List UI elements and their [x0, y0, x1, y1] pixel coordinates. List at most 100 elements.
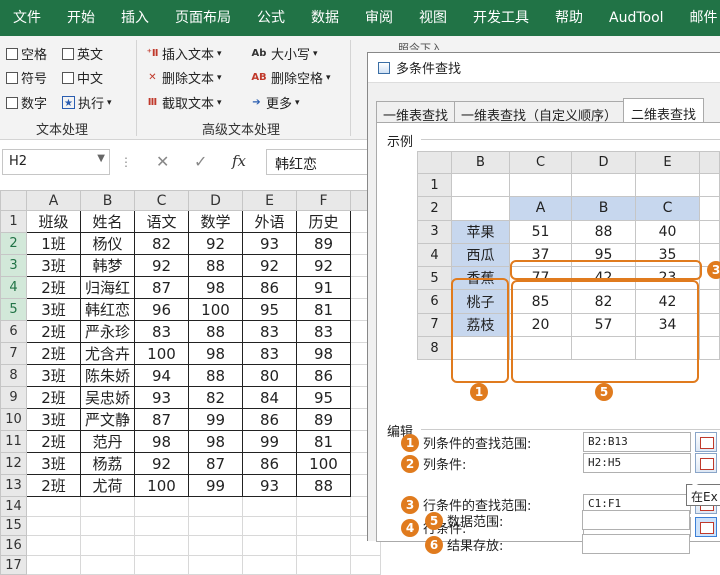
- grid-cell[interactable]: [188, 515, 243, 537]
- checkbox-space[interactable]: 空格: [6, 44, 47, 63]
- grid-cell[interactable]: 92: [134, 254, 189, 277]
- remove-space-button[interactable]: AB 删除空格 ▾: [250, 68, 330, 87]
- select-all-corner[interactable]: [0, 190, 27, 211]
- grid-cell[interactable]: 87: [134, 408, 189, 431]
- grid-cell[interactable]: 数学: [188, 210, 243, 233]
- grid-cell[interactable]: [296, 496, 351, 517]
- row-header[interactable]: 12: [0, 452, 27, 475]
- grid-cell[interactable]: 86: [242, 408, 297, 431]
- grid-cell[interactable]: 98: [188, 276, 243, 299]
- row-header[interactable]: 17: [0, 554, 27, 575]
- row-header[interactable]: 6: [0, 320, 27, 343]
- grid-cell[interactable]: 93: [134, 386, 189, 409]
- grid-cell[interactable]: [242, 554, 297, 575]
- row-header[interactable]: 8: [0, 364, 27, 387]
- grid-cell[interactable]: 范丹: [80, 430, 135, 453]
- grid-cell[interactable]: 韩梦: [80, 254, 135, 277]
- row-header[interactable]: 14: [0, 496, 27, 517]
- name-box[interactable]: H2 ▼: [2, 149, 110, 175]
- grid-cell[interactable]: [26, 496, 81, 517]
- grid-cell[interactable]: 89: [296, 232, 351, 255]
- function-icon[interactable]: fx: [232, 152, 246, 170]
- grid-cell[interactable]: [134, 515, 189, 537]
- grid-cell[interactable]: 2班: [26, 276, 81, 299]
- grid-cell[interactable]: [296, 535, 351, 556]
- grid-cell[interactable]: 80: [242, 364, 297, 387]
- range-select-button[interactable]: [695, 517, 717, 537]
- grid-cell[interactable]: 3班: [26, 364, 81, 387]
- grid-cell[interactable]: 2班: [26, 386, 81, 409]
- grid-cell[interactable]: 姓名: [80, 210, 135, 233]
- grid-cell[interactable]: 96: [134, 298, 189, 321]
- extract-text-button[interactable]: Ⅲ 截取文本 ▾: [146, 93, 222, 112]
- data-range-input[interactable]: [582, 510, 690, 530]
- menu-view[interactable]: 视图: [406, 0, 460, 36]
- grid-cell[interactable]: 92: [188, 232, 243, 255]
- grid-cell[interactable]: 88: [188, 320, 243, 343]
- menu-page-layout[interactable]: 页面布局: [162, 0, 244, 36]
- row-header[interactable]: 3: [0, 254, 27, 277]
- grid-cell[interactable]: [296, 554, 351, 575]
- column-condition-range-input[interactable]: B2:B13: [583, 432, 691, 452]
- grid-cell[interactable]: 尤含卉: [80, 342, 135, 365]
- grid-cell[interactable]: 韩红恋: [80, 298, 135, 321]
- execute-button[interactable]: ★ 执行 ▾: [62, 93, 112, 112]
- grid-cell[interactable]: 87: [188, 452, 243, 475]
- confirm-icon[interactable]: ✓: [194, 152, 207, 171]
- grid-cell[interactable]: [26, 515, 81, 537]
- row-header[interactable]: 11: [0, 430, 27, 453]
- grid-cell[interactable]: [188, 554, 243, 575]
- grid-cell[interactable]: 83: [296, 320, 351, 343]
- row-header[interactable]: 15: [0, 515, 27, 537]
- grid-cell[interactable]: 2班: [26, 430, 81, 453]
- grid-cell[interactable]: 88: [296, 474, 351, 497]
- grid-cell[interactable]: 1班: [26, 232, 81, 255]
- grid-cell[interactable]: 83: [134, 320, 189, 343]
- grid-cell[interactable]: 91: [296, 276, 351, 299]
- grid-cell[interactable]: 2班: [26, 320, 81, 343]
- column-header[interactable]: F: [296, 190, 351, 211]
- grid-cell[interactable]: 语文: [134, 210, 189, 233]
- grid-cell[interactable]: 82: [134, 232, 189, 255]
- row-header[interactable]: 7: [0, 342, 27, 365]
- grid-cell[interactable]: 93: [242, 474, 297, 497]
- menu-help[interactable]: 帮助: [542, 0, 596, 36]
- menu-insert[interactable]: 插入: [108, 0, 162, 36]
- grid-cell[interactable]: [134, 535, 189, 556]
- menu-review[interactable]: 审阅: [352, 0, 406, 36]
- grid-cell[interactable]: 95: [296, 386, 351, 409]
- grid-cell[interactable]: 100: [134, 342, 189, 365]
- grid-cell[interactable]: 89: [296, 408, 351, 431]
- grid-cell[interactable]: 3班: [26, 408, 81, 431]
- grid-cell[interactable]: [188, 496, 243, 517]
- menu-file[interactable]: 文件: [0, 0, 54, 36]
- grid-cell[interactable]: 100: [188, 298, 243, 321]
- grid-cell[interactable]: 杨仪: [80, 232, 135, 255]
- grid-cell[interactable]: 杨荔: [80, 452, 135, 475]
- grid-cell[interactable]: [188, 535, 243, 556]
- grid-cell[interactable]: [242, 535, 297, 556]
- grid-cell[interactable]: 100: [296, 452, 351, 475]
- row-header[interactable]: 4: [0, 276, 27, 299]
- grid-cell[interactable]: 陈朱娇: [80, 364, 135, 387]
- grid-cell[interactable]: 100: [134, 474, 189, 497]
- checkbox-number[interactable]: 数字: [6, 93, 47, 112]
- row-header[interactable]: 13: [0, 474, 27, 497]
- cancel-icon[interactable]: ✕: [156, 152, 169, 171]
- grid-cell[interactable]: [26, 554, 81, 575]
- checkbox-english[interactable]: 英文: [62, 44, 103, 63]
- grid-cell[interactable]: 3班: [26, 254, 81, 277]
- menu-audtool[interactable]: AudTool: [596, 0, 677, 36]
- grid-cell[interactable]: [134, 496, 189, 517]
- column-header[interactable]: C: [134, 190, 189, 211]
- grid-cell[interactable]: [26, 535, 81, 556]
- formula-input[interactable]: 韩红恋: [266, 149, 370, 175]
- row-header[interactable]: 2: [0, 232, 27, 255]
- grid-cell[interactable]: 92: [242, 254, 297, 277]
- column-header[interactable]: A: [26, 190, 81, 211]
- row-header[interactable]: 16: [0, 535, 27, 556]
- column-header[interactable]: D: [188, 190, 243, 211]
- grid-cell[interactable]: 98: [296, 342, 351, 365]
- menu-developer[interactable]: 开发工具: [460, 0, 542, 36]
- row-header[interactable]: 1: [0, 210, 27, 233]
